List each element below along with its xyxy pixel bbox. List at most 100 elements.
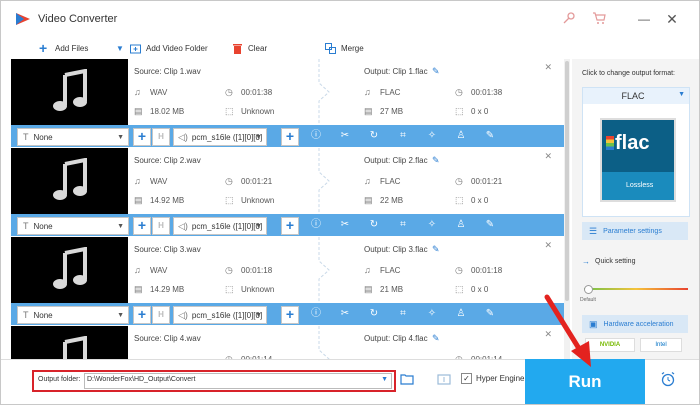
cut-icon[interactable]: ✂ <box>338 307 352 321</box>
clip-meta: ♫ FLAC <box>364 265 400 275</box>
add-files-dropdown[interactable]: ▼ <box>116 41 124 55</box>
info-icon[interactable]: ⓘ <box>309 218 323 232</box>
open-folder-icon[interactable] <box>400 373 414 385</box>
resolution-icon: ⬚ <box>455 284 464 294</box>
clip-meta: ▤ 21 MB <box>364 284 403 294</box>
add-subtitle-button[interactable]: + <box>133 217 151 235</box>
rotate-icon[interactable]: ↻ <box>367 307 381 321</box>
clip-meta: ◷ 00:01:38 <box>225 87 272 97</box>
edit-pencil-icon[interactable]: ✎ <box>432 244 440 255</box>
effects-wand-icon[interactable]: ✧ <box>425 129 439 143</box>
quality-slider[interactable] <box>584 285 688 294</box>
file-size-icon: ▤ <box>364 106 373 116</box>
hyper-engine-label: Hyper Engine <box>476 374 525 383</box>
clip-meta-value: FLAC <box>380 176 401 186</box>
clip-item[interactable]: Source: Clip 3.wav Output: Clip 3.flac ✎ ✕ ♫… <box>9 237 564 326</box>
watermark-icon[interactable]: ♙ <box>454 218 468 232</box>
clip-item[interactable]: Source: Clip 1.wav Output: Clip 1.flac ✎ ✕ ♫… <box>9 59 564 148</box>
watermark-icon[interactable]: ♙ <box>454 129 468 143</box>
audio-file-icon: ♫ <box>134 265 141 275</box>
audio-track-select[interactable]: ◁) pcm_s16le ([1][0][0] ▼ <box>173 128 267 146</box>
edit-icon[interactable]: ✎ <box>483 218 497 232</box>
clip-thumbnail[interactable] <box>11 237 128 303</box>
crop-icon[interactable]: ⌗ <box>396 307 410 321</box>
clock-icon: ◷ <box>225 87 233 97</box>
output-format-selector[interactable]: FLAC ▼ flac Lossless <box>582 87 690 217</box>
clip-thumbnail[interactable] <box>11 59 128 125</box>
chevron-down-icon: ▼ <box>678 91 685 98</box>
import-folder-icon[interactable] <box>437 373 451 385</box>
hyper-engine-checkbox[interactable]: ✓ Hyper Engine <box>461 373 524 384</box>
add-audio-track-button[interactable]: + <box>281 128 299 146</box>
info-icon[interactable]: ⓘ <box>309 307 323 321</box>
key-icon[interactable] <box>561 11 577 27</box>
edit-pencil-icon[interactable]: ✎ <box>432 155 440 166</box>
add-audio-track-button[interactable]: + <box>281 217 299 235</box>
alarm-clock-icon[interactable] <box>660 371 676 387</box>
convert-arrow-divider <box>318 326 330 359</box>
parameter-settings-button[interactable]: ☰ Parameter settings <box>582 222 688 240</box>
subtitle-select[interactable]: T None ▼ <box>17 128 129 146</box>
crop-icon[interactable]: ⌗ <box>396 218 410 232</box>
remove-clip-icon[interactable]: ✕ <box>544 240 552 251</box>
format-header: FLAC ▼ <box>583 88 689 104</box>
close-window-button[interactable]: ✕ <box>661 9 683 29</box>
audio-track-select[interactable]: ◁) pcm_s16le ([1][0][0] ▼ <box>173 306 267 324</box>
clip-thumbnail[interactable] <box>11 148 128 214</box>
rotate-icon[interactable]: ↻ <box>367 218 381 232</box>
crop-icon[interactable]: ⌗ <box>396 129 410 143</box>
remove-clip-icon[interactable]: ✕ <box>544 151 552 162</box>
add-video-folder-label: Add Video Folder <box>146 43 208 53</box>
rotate-icon[interactable]: ↻ <box>367 129 381 143</box>
clip-meta: ▤ 14.92 MB <box>134 195 184 205</box>
speaker-icon: ◁) <box>178 309 188 320</box>
app-logo-icon <box>16 13 30 25</box>
effects-wand-icon[interactable]: ✧ <box>425 218 439 232</box>
output-format-hint: Click to change output format: <box>582 70 675 77</box>
watermark-icon[interactable]: ♙ <box>454 307 468 321</box>
scrollbar-thumb[interactable] <box>565 61 569 301</box>
format-icon-sub: Lossless <box>626 182 654 189</box>
clip-meta-value: FLAC <box>380 87 401 97</box>
subtitle-select[interactable]: T None ▼ <box>17 306 129 324</box>
info-icon[interactable]: ⓘ <box>309 129 323 143</box>
merge-button[interactable]: Merge <box>325 41 364 55</box>
clip-item[interactable]: Source: Clip 2.wav Output: Clip 2.flac ✎ ✕ ♫… <box>9 148 564 237</box>
audio-track-value: pcm_s16le ([1][0][0] <box>191 310 263 320</box>
text-icon: T <box>23 310 29 320</box>
remove-clip-icon[interactable]: ✕ <box>544 62 552 73</box>
add-files-button[interactable]: + Add Files <box>39 41 88 55</box>
clip-meta: ⬚ Unknown <box>225 195 274 205</box>
clip-thumbnail[interactable] <box>11 326 128 359</box>
subtitle-h-button[interactable]: H <box>152 128 170 146</box>
hardware-acceleration-label: Hardware acceleration <box>603 320 674 328</box>
clip-meta-value: 22 MB <box>380 195 404 205</box>
output-folder-input[interactable]: D:\WonderFox\HD_Output\Convert ▼ <box>84 373 392 389</box>
clear-button[interactable]: Clear <box>232 41 267 55</box>
chevron-down-icon: ▼ <box>116 43 124 53</box>
cut-icon[interactable]: ✂ <box>338 218 352 232</box>
subtitle-select[interactable]: T None ▼ <box>17 217 129 235</box>
clip-meta: ▤ 14.29 MB <box>134 284 184 294</box>
chevron-down-icon[interactable]: ▼ <box>381 376 388 383</box>
cut-icon[interactable]: ✂ <box>338 129 352 143</box>
speaker-icon: ◁) <box>178 220 188 231</box>
audio-track-select[interactable]: ◁) pcm_s16le ([1][0][0] ▼ <box>173 217 267 235</box>
edit-pencil-icon[interactable]: ✎ <box>432 66 440 77</box>
close-icon: ✕ <box>666 11 678 27</box>
add-video-folder-button[interactable]: Add Video Folder <box>130 41 208 55</box>
clip-item[interactable]: Source: Clip 4.wav Output: Clip 4.flac ✎ ✕ ◷… <box>9 326 564 359</box>
edit-pencil-icon[interactable]: ✎ <box>432 333 440 344</box>
add-audio-track-button[interactable]: + <box>281 306 299 324</box>
subtitle-h-button[interactable]: H <box>152 217 170 235</box>
subtitle-h-button[interactable]: H <box>152 306 170 324</box>
clip-meta: ⬚ 0 x 0 <box>455 106 488 116</box>
add-subtitle-button[interactable]: + <box>133 128 151 146</box>
minimize-button[interactable]: — <box>633 9 655 29</box>
cart-icon[interactable] <box>591 11 607 27</box>
add-subtitle-button[interactable]: + <box>133 306 151 324</box>
edit-icon[interactable]: ✎ <box>483 307 497 321</box>
edit-icon[interactable]: ✎ <box>483 129 497 143</box>
effects-wand-icon[interactable]: ✧ <box>425 307 439 321</box>
chevron-down-icon: ▼ <box>255 311 262 319</box>
